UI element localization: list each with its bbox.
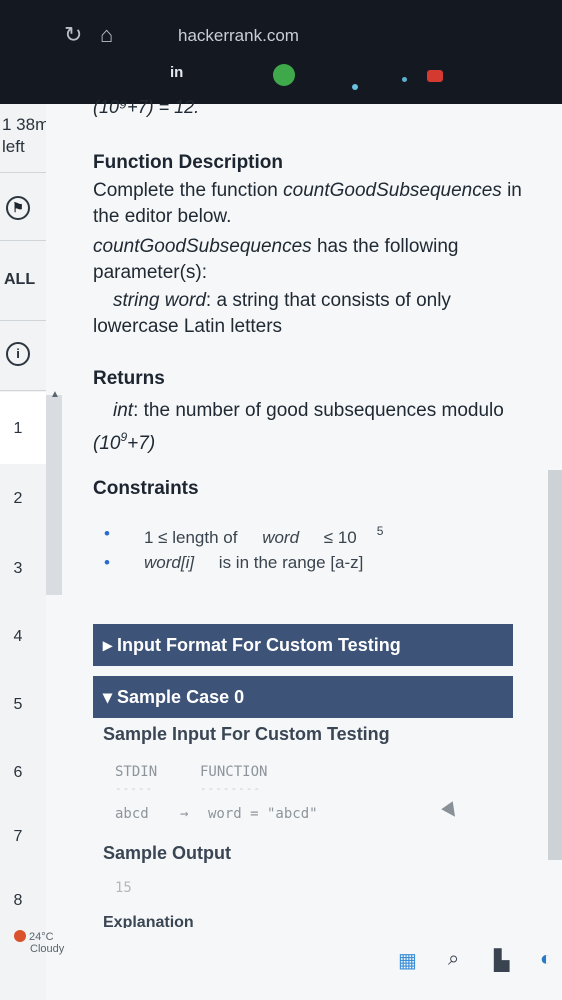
parameter-word: string word: a string that consists of o… [93,290,451,337]
divider [0,240,46,241]
timer-label: left [2,137,25,156]
header-underline: ----- [115,782,154,795]
divider [0,172,46,173]
browser-toolbar: ↻ ⌂ hackerrank.com in [0,0,562,104]
function-description-heading: Function Description [93,152,283,173]
address-bar[interactable]: hackerrank.com [178,26,299,46]
returns-heading: Returns [93,368,165,389]
question-nav-3[interactable]: 3 [0,560,36,578]
sample-output-heading: Sample Output [103,843,232,863]
task-view-icon[interactable]: ▙ [494,948,509,973]
stdin-value: abcd [115,806,149,822]
arrow-icon: → [180,806,189,822]
weather-alert-icon [14,930,26,942]
question-nav-1[interactable]: 1 [0,420,36,438]
timer-value: 1 38m [2,115,50,134]
divider [0,390,46,391]
info-icon[interactable]: i [6,342,30,366]
reload-icon[interactable]: ↻ [64,22,82,48]
returns-text: int: the number of good subsequences mod… [93,400,504,454]
question-nav-5[interactable]: 5 [0,696,36,714]
youtube-extension-icon[interactable] [427,70,443,82]
question-nav-6[interactable]: 6 [0,764,36,782]
question-nav-2[interactable]: 2 [0,490,36,508]
input-format-accordion[interactable]: ▸ Input Format For Custom Testing [93,624,513,666]
explanation-heading: Explanation [103,914,194,928]
sample-output-value: 15 [115,880,132,896]
sample-case-0-accordion[interactable]: ▾ Sample Case 0 [93,676,513,718]
time-remaining: 1 38m left [2,114,49,158]
windows-start-icon[interactable]: ▦ [398,948,417,973]
function-value: word = "abcd" [208,806,318,822]
header-underline: -------- [200,782,261,795]
question-nav-7[interactable]: 7 [0,828,36,846]
all-questions-tab[interactable]: ALL [4,271,35,289]
home-icon[interactable]: ⌂ [100,22,113,48]
question-nav-4[interactable]: 4 [0,628,36,646]
edge-browser-icon[interactable]: ◐ [540,948,552,971]
function-description-text: Complete the function countGoodSubsequen… [93,180,522,227]
stdin-column-header: STDIN [115,764,158,780]
flag-icon[interactable]: ⚑ [6,196,30,220]
sample-input-heading: Sample Input For Custom Testing [103,724,390,744]
constraint-length: 1 ≤ length of word ≤ 105 [104,524,383,548]
constraint-range: word[i] is in the range [a-z] [104,553,363,573]
constraints-heading: Constraints [93,478,199,499]
panel-scrollbar[interactable] [548,470,562,860]
question-sidebar [0,104,46,1000]
weather-widget[interactable]: 24°C Cloudy [14,930,64,955]
function-column-header: FUNCTION [200,764,268,780]
whatsapp-extension-icon[interactable] [273,64,295,86]
divider [0,320,46,321]
parameters-text: countGoodSubsequences has the following … [93,236,459,283]
modulo-text: (10⁹+7) = 12. [93,97,200,117]
extension-icon[interactable] [402,77,407,82]
search-icon[interactable]: ⌕ [448,948,459,971]
linkedin-extension-icon[interactable]: in [170,64,183,81]
question-nav-8[interactable]: 8 [0,892,36,910]
scroll-up-icon[interactable]: ▲ [50,389,60,400]
sidebar-scrollbar[interactable]: ▲ [46,389,62,595]
extension-icon[interactable] [352,84,358,90]
